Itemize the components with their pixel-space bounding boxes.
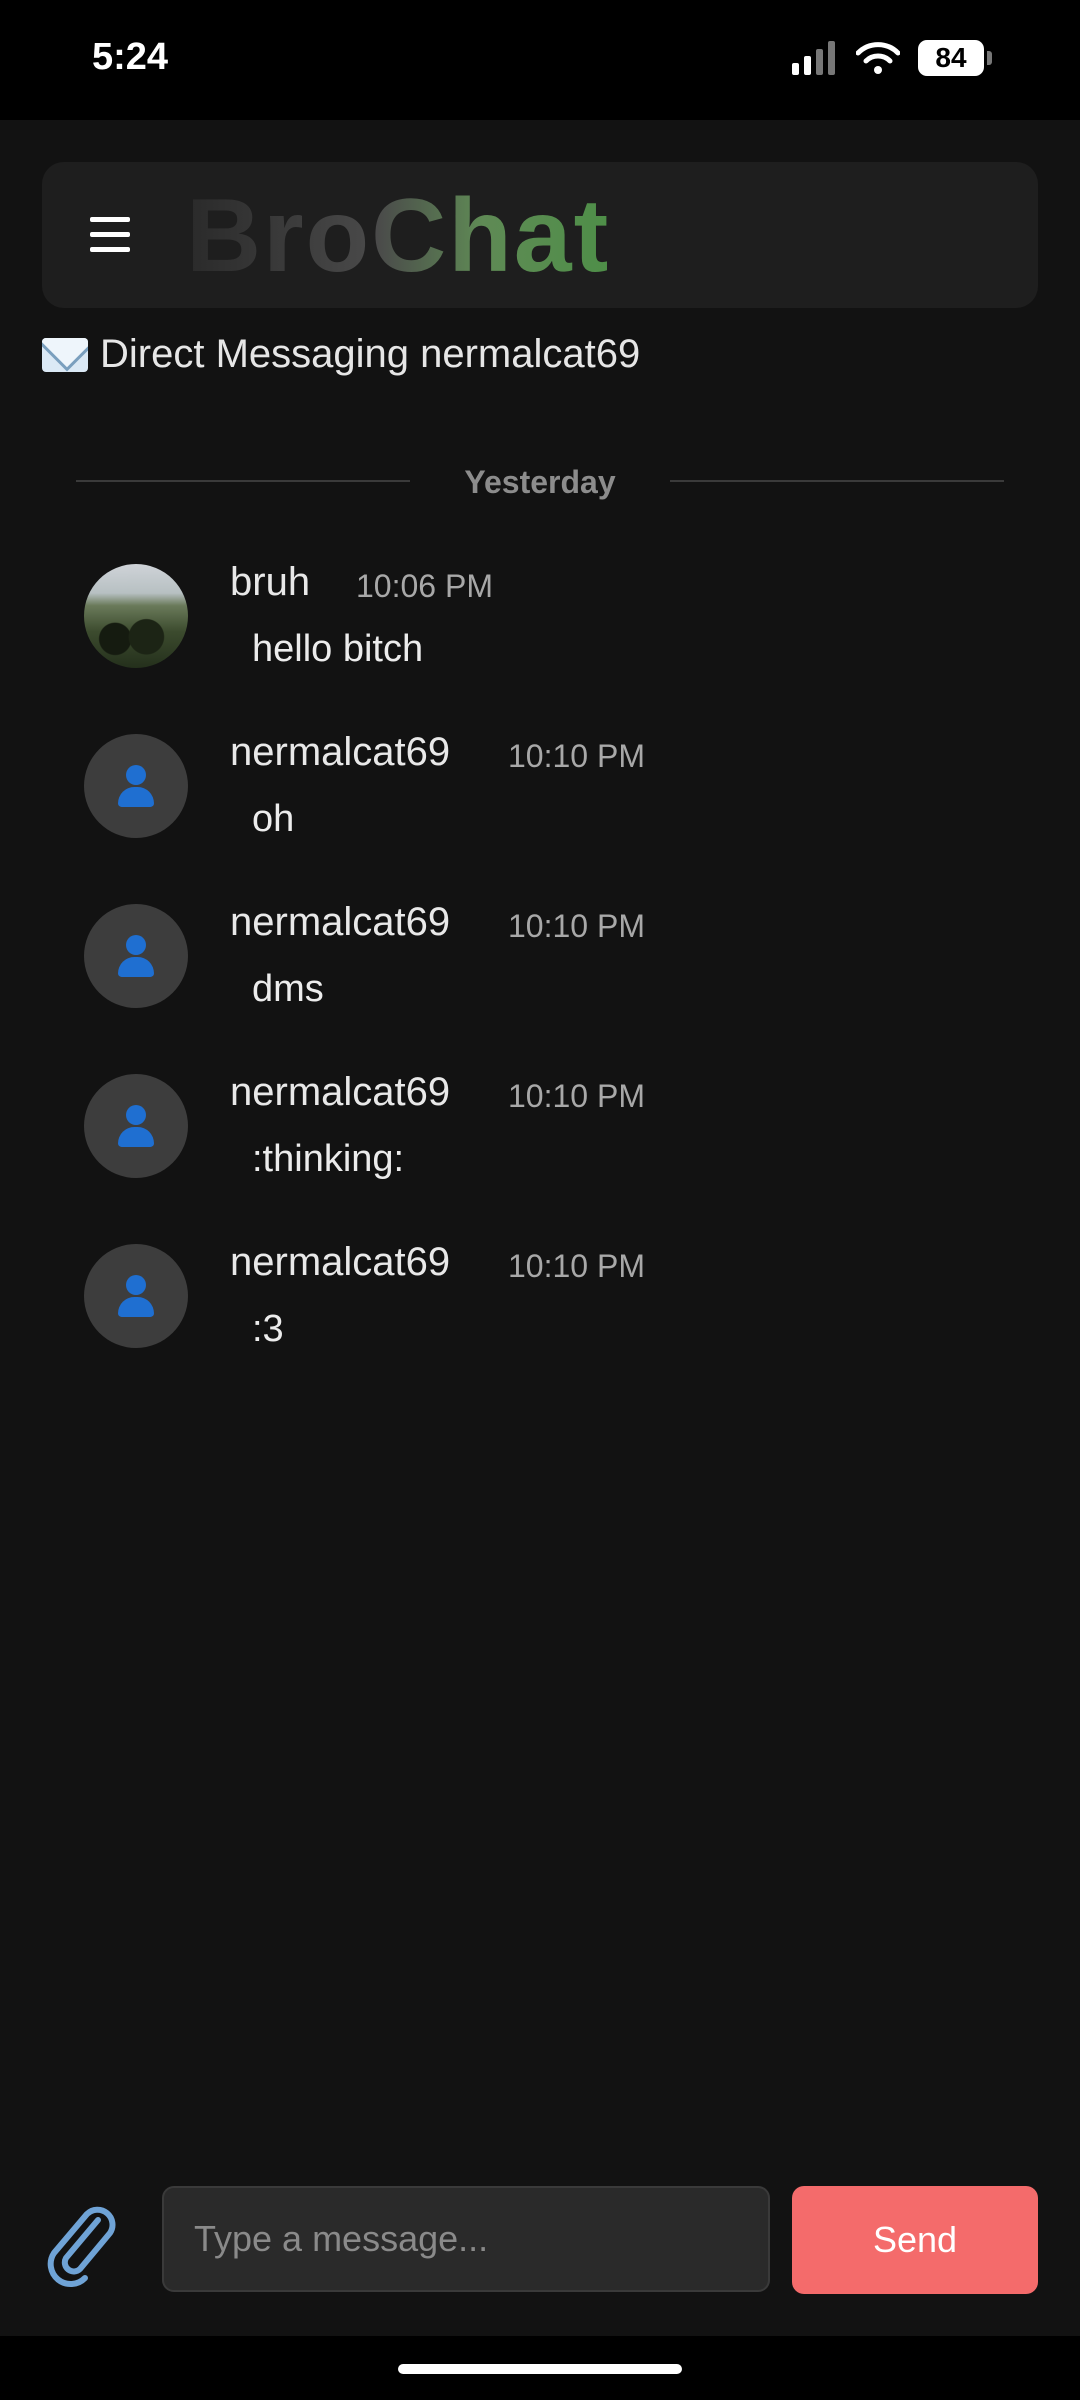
home-indicator[interactable] <box>398 2364 682 2374</box>
message-author[interactable]: nermalcat69 <box>230 730 450 775</box>
message-time: 10:10 PM <box>508 1248 645 1284</box>
send-button[interactable]: Send <box>792 2186 1038 2294</box>
message-item: nermalcat69 10:10 PM :thinking: <box>0 1070 1080 1240</box>
message-text: :thinking: <box>252 1138 405 1180</box>
status-icons: 84 <box>792 40 992 76</box>
message-text: dms <box>252 968 324 1010</box>
message-input[interactable] <box>162 2186 770 2292</box>
message-item: bruh 10:06 PM hello bitch <box>0 560 1080 730</box>
message-item: nermalcat69 10:10 PM oh <box>0 730 1080 900</box>
avatar[interactable] <box>84 1074 188 1178</box>
message-text: :3 <box>252 1308 284 1350</box>
app-header: BroChat <box>42 162 1038 308</box>
brand-logo: BroChat <box>186 178 611 294</box>
signal-icon <box>792 41 835 75</box>
message-author[interactable]: nermalcat69 <box>230 1240 450 1285</box>
date-divider: Yesterday <box>76 460 1004 500</box>
message-author[interactable]: nermalcat69 <box>230 1070 450 1115</box>
user-icon <box>113 1273 159 1319</box>
message-item: nermalcat69 10:10 PM dms <box>0 900 1080 1070</box>
message-time: 10:06 PM <box>356 568 493 604</box>
avatar[interactable] <box>84 1244 188 1348</box>
dm-heading: Direct Messaging nermalcat69 <box>42 332 640 377</box>
date-divider-label: Yesterday <box>464 464 616 500</box>
message-time: 10:10 PM <box>508 908 645 944</box>
message-text: oh <box>252 798 295 840</box>
dm-label: Direct Messaging nermalcat69 <box>100 332 641 376</box>
avatar[interactable] <box>84 564 188 668</box>
message-text: hello bitch <box>252 628 424 670</box>
battery-icon: 84 <box>918 40 992 76</box>
message-time: 10:10 PM <box>508 738 645 774</box>
message-item: nermalcat69 10:10 PM :3 <box>0 1240 1080 1410</box>
avatar[interactable] <box>84 904 188 1008</box>
message-composer: Send <box>0 2180 1080 2300</box>
envelope-icon <box>42 337 88 372</box>
paperclip-icon[interactable] <box>40 2198 120 2288</box>
status-time: 5:24 <box>92 36 169 78</box>
avatar[interactable] <box>84 734 188 838</box>
message-time: 10:10 PM <box>508 1078 645 1114</box>
status-bar: 5:24 84 <box>0 0 1080 120</box>
user-icon <box>113 1103 159 1149</box>
message-list: bruh 10:06 PM hello bitch nermalcat69 10… <box>0 560 1080 1410</box>
wifi-icon <box>856 42 900 74</box>
message-author[interactable]: bruh <box>230 560 310 605</box>
message-author[interactable]: nermalcat69 <box>230 900 450 945</box>
user-icon <box>113 763 159 809</box>
menu-icon[interactable] <box>90 204 140 264</box>
battery-level: 84 <box>918 40 984 76</box>
user-icon <box>113 933 159 979</box>
